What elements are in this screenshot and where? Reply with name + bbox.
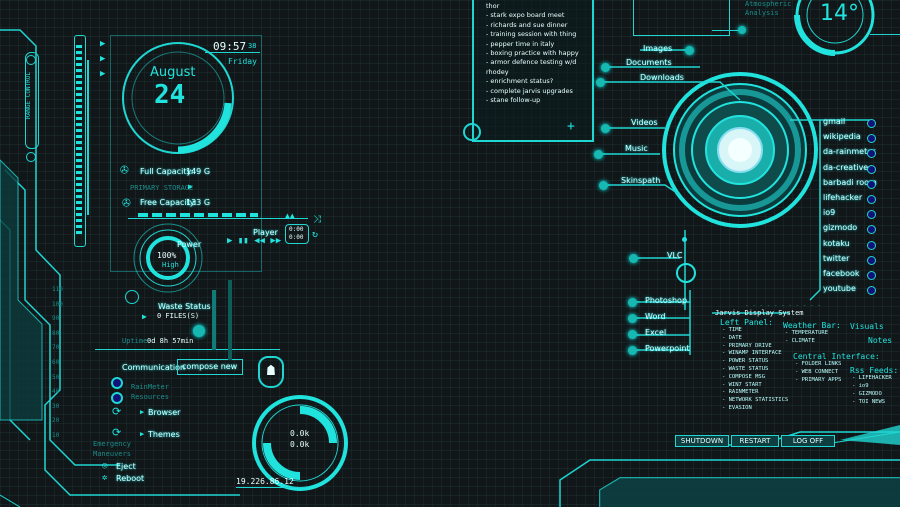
logoff-button[interactable]: LOG OFF: [781, 435, 835, 447]
help-item: - FOLDER LINKS: [795, 361, 842, 367]
web-link-da-creative[interactable]: da-creative: [823, 163, 868, 172]
folder-link-documents[interactable]: Documents: [626, 59, 672, 67]
app-link-dot[interactable]: [628, 346, 637, 355]
app-link-powerpoint[interactable]: Powerpoint: [645, 345, 690, 353]
app-link-word[interactable]: Word: [645, 313, 666, 321]
left-panel-title: Left Panel:: [720, 318, 773, 327]
hub-connectors: [598, 49, 870, 355]
restart-button[interactable]: RESTART: [731, 435, 779, 447]
help-item: - NETWORK STATISTICS: [722, 397, 789, 404]
documents-dot[interactable]: [601, 63, 610, 72]
help-item: - TIME: [722, 327, 742, 333]
folder-link-videos[interactable]: Videos: [631, 119, 658, 127]
help-item: - io9: [852, 383, 869, 389]
web-link-gizmodo[interactable]: gizmodo: [823, 224, 857, 232]
app-link-dot[interactable]: [628, 330, 637, 339]
visuals-title[interactable]: Visuals: [850, 323, 884, 331]
downloads-dot[interactable]: [596, 78, 605, 87]
folder-link-skinspath[interactable]: Skinspath: [621, 177, 660, 185]
help-item: - GIZMODO: [852, 391, 882, 397]
help-item: - RAINMETER: [722, 389, 759, 396]
vlc-dot[interactable]: [629, 254, 638, 263]
folder-link-images[interactable]: Images: [643, 45, 672, 53]
web-link-twitter[interactable]: twitter: [823, 254, 849, 263]
skinspath-dot[interactable]: [599, 181, 608, 190]
vlc-dot-top: [682, 237, 687, 242]
help-item: - PRIMARY DRIVE: [722, 342, 772, 349]
help-item: - WINAMP INTERFACE: [722, 350, 782, 357]
web-link-dot[interactable]: [867, 119, 876, 128]
help-item: - COMPOSE MSG: [722, 373, 766, 380]
central-title: Central Interface:: [793, 352, 880, 361]
web-link-dot[interactable]: [867, 179, 876, 189]
web-link-dot[interactable]: [867, 195, 876, 204]
videos-dot[interactable]: [601, 124, 610, 133]
web-link-dot[interactable]: [867, 271, 876, 280]
folder-link-downloads[interactable]: Downloads: [640, 74, 684, 82]
folder-link-music[interactable]: Music: [625, 145, 648, 153]
help-item: - WIN7 START: [722, 381, 762, 388]
shutdown-button[interactable]: SHUTDOWN: [675, 435, 729, 447]
images-dot[interactable]: [685, 46, 694, 55]
weather-bar-title: Weather Bar:: [783, 321, 841, 330]
web-link-gmail[interactable]: gmail: [823, 118, 845, 126]
web-link-dot[interactable]: [867, 255, 876, 265]
help-item: - TOI NEWS: [852, 399, 886, 405]
system-title: Jarvis Display System: [715, 309, 804, 317]
rss-title: Rss Feeds:: [850, 366, 899, 375]
help-item: - PRIMARY APPS: [795, 377, 842, 383]
web-link-kotaku[interactable]: kotaku: [823, 239, 850, 248]
help-item: - WEB CONNECT: [795, 369, 839, 375]
notes-title[interactable]: Notes: [868, 337, 892, 345]
web-link-dot[interactable]: [867, 164, 876, 174]
help-item: - EVASION: [722, 405, 752, 411]
help-item: - DATE: [722, 334, 742, 341]
web-link-wikipedia[interactable]: wikipedia: [823, 133, 861, 141]
web-link-facebook[interactable]: facebook: [823, 270, 860, 278]
help-item: - POWER STATUS: [722, 358, 769, 365]
app-link-excel[interactable]: Excel: [645, 329, 666, 337]
web-link-io9[interactable]: io9: [823, 209, 835, 217]
web-link-youtube[interactable]: youtube: [823, 285, 856, 293]
help-item: - TEMPERATURE: [785, 330, 829, 336]
app-link-dot[interactable]: [628, 314, 637, 323]
vlc-label[interactable]: VLC: [667, 252, 683, 260]
help-item: - CLIMATE: [785, 338, 815, 344]
music-dot[interactable]: [594, 150, 603, 159]
app-link-dot[interactable]: [628, 298, 637, 307]
desktop: { "left": { "side_label": "RANGE CONTROL…: [0, 0, 900, 507]
vlc-ring[interactable]: [676, 263, 696, 283]
help-item: - WASTE STATUS: [722, 366, 769, 372]
app-link-photoshop[interactable]: Photoshop: [645, 297, 687, 305]
web-link-dot[interactable]: [867, 240, 876, 250]
web-link-lifehacker[interactable]: lifehacker: [823, 194, 862, 202]
help-item: - LIFEHACKER: [852, 375, 892, 381]
